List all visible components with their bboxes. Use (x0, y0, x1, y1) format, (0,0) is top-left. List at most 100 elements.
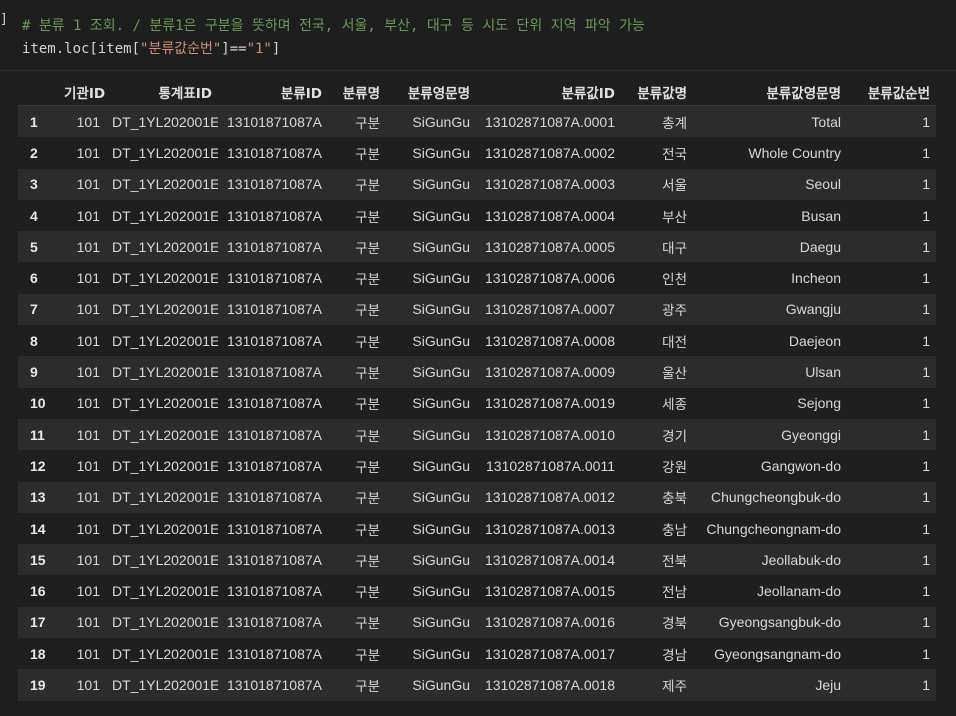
cell-value-name: 울산 (662, 366, 687, 383)
cell-class-id: 13101871087A (227, 113, 322, 130)
cell-class-en-name: SiGunGu (412, 144, 470, 161)
cell-value-id: 13102871087A.0016 (484, 614, 615, 631)
column-header-value-name: 분류값명 (621, 78, 693, 106)
table-row: 6 101 DT_1YL202001E 13101871087A 구분 SiGunGu 13… (18, 262, 936, 294)
cell-value-en-name: Chungcheongbuk-do (711, 489, 841, 506)
cell-class-id: 13101871087A (227, 207, 322, 224)
cell-index: 13 (30, 489, 46, 506)
cell-table-id: DT_1YL202001E (112, 457, 218, 474)
cell-value-en-name: Jeollabuk-do (761, 551, 841, 568)
cell-table-id: DT_1YL202001E (112, 520, 218, 537)
cell-value-seq: 1 (922, 583, 930, 600)
cell-value-id: 13102871087A.0018 (484, 676, 615, 693)
cell-index: 8 (30, 332, 38, 349)
cell-table-id: DT_1YL202001E (112, 270, 218, 287)
cell-value-id: 13102871087A.0011 (486, 457, 615, 474)
cell-table-id: DT_1YL202001E (112, 176, 218, 193)
cell-class-name: 구분 (355, 459, 380, 476)
cell-value-seq: 1 (922, 551, 930, 568)
cell-table-id: DT_1YL202001E (112, 614, 218, 631)
cell-class-name: 구분 (355, 678, 380, 695)
code-operator: ]== (221, 41, 247, 57)
cell-class-id: 13101871087A (227, 676, 322, 693)
code-expression-line[interactable]: item.loc[item["분류값순번"]=="1"] (22, 38, 280, 58)
cell-table-id: DT_1YL202001E (112, 238, 218, 255)
cell-class-name: 구분 (355, 366, 380, 383)
cell-value-id: 13102871087A.0009 (484, 364, 615, 381)
cell-class-id: 13101871087A (227, 583, 322, 600)
cell-value-id: 13102871087A.0013 (484, 520, 615, 537)
cell-class-name: 구분 (355, 585, 380, 602)
cell-class-en-name: SiGunGu (412, 176, 470, 193)
cell-value-name: 부산 (662, 209, 687, 226)
cell-class-name: 구분 (355, 616, 380, 633)
cell-class-en-name: SiGunGu (412, 520, 470, 537)
code-cell[interactable]: ] # 분류 1 조회. / 분류1은 구분을 뜻하며 전국, 서울, 부산, … (0, 0, 956, 71)
cell-org-id: 101 (76, 270, 100, 287)
cell-class-en-name: SiGunGu (412, 614, 470, 631)
cell-value-name: 제주 (662, 678, 687, 695)
cell-index: 7 (30, 301, 38, 318)
cell-org-id: 101 (76, 176, 100, 193)
cell-class-name: 구분 (355, 178, 380, 195)
cell-value-id: 13102871087A.0012 (484, 489, 615, 506)
table-row: 14 101 DT_1YL202001E 13101871087A 구분 SiGunGu 1… (18, 512, 936, 545)
cell-org-id: 101 (76, 207, 100, 224)
cell-class-name: 구분 (355, 146, 380, 163)
cell-value-seq: 1 (922, 426, 930, 443)
cell-class-en-name: SiGunGu (412, 583, 470, 600)
cell-value-id: 13102871087A.0006 (484, 270, 615, 287)
cell-index: 6 (30, 270, 38, 287)
cell-value-en-name: Chungcheongnam-do (706, 520, 841, 537)
cell-value-id: 13102871087A.0015 (484, 583, 615, 600)
cell-value-seq: 1 (922, 238, 930, 255)
cell-value-en-name: Gyeonggi (781, 426, 841, 443)
cell-index: 3 (30, 176, 38, 193)
cell-class-id: 13101871087A (227, 332, 322, 349)
table-body: 1 101 DT_1YL202001E 13101871087A 구분 SiGunGu 13… (18, 105, 936, 701)
cell-index: 14 (30, 520, 46, 537)
cell-index: 4 (30, 207, 38, 224)
cell-index: 2 (30, 144, 38, 161)
cell-value-seq: 1 (922, 113, 930, 130)
cell-table-id: DT_1YL202001E (112, 583, 218, 600)
cell-output: 기관ID 통계표ID 분류ID 분류명 분류영문명 분류값ID 분류값명 분류값영문명 분류값순… (18, 78, 936, 701)
cell-value-en-name: Seoul (805, 176, 841, 193)
cell-class-name: 구분 (355, 553, 380, 570)
column-header-value-id: 분류값ID (476, 78, 621, 106)
cell-index: 12 (30, 457, 46, 474)
cell-value-id: 13102871087A.0001 (484, 113, 615, 130)
cell-class-name: 구분 (355, 272, 380, 289)
column-header-class-name: 분류명 (328, 78, 386, 106)
cell-class-id: 13101871087A (227, 520, 322, 537)
code-key-string: "분류값순번" (140, 41, 222, 57)
cell-index: 16 (30, 583, 46, 600)
table-row: 16 101 DT_1YL202001E 13101871087A 구분 SiGunGu 1… (18, 575, 936, 607)
cell-value-name: 강원 (662, 459, 687, 476)
cell-org-id: 101 (76, 395, 100, 412)
column-header-index (18, 78, 58, 106)
cell-class-en-name: SiGunGu (412, 301, 470, 318)
cell-org-id: 101 (76, 583, 100, 600)
cell-value-name: 서울 (662, 178, 687, 195)
cell-org-id: 101 (76, 426, 100, 443)
cell-index: 5 (30, 238, 38, 255)
cell-org-id: 101 (76, 457, 100, 474)
cell-class-en-name: SiGunGu (412, 426, 470, 443)
column-header-table-id: 통계표ID (106, 78, 218, 106)
cell-class-id: 13101871087A (227, 489, 322, 506)
cell-value-name: 세종 (662, 397, 687, 414)
table-row: 17 101 DT_1YL202001E 13101871087A 구분 SiGunGu 1… (18, 606, 936, 639)
cell-value-en-name: Daegu (799, 238, 841, 255)
table-row: 15 101 DT_1YL202001E 13101871087A 구분 SiGunGu 1… (18, 544, 936, 576)
column-header-class-id: 분류ID (218, 78, 328, 106)
cell-table-id: DT_1YL202001E (112, 426, 218, 443)
cell-org-id: 101 (76, 614, 100, 631)
cell-value-name: 경남 (662, 647, 687, 664)
table-row: 9 101 DT_1YL202001E 13101871087A 구분 SiGunGu 13… (18, 356, 936, 388)
cell-org-id: 101 (76, 551, 100, 568)
cell-value-id: 13102871087A.0002 (484, 144, 615, 161)
cell-value-name: 총계 (662, 115, 687, 132)
cell-index: 15 (30, 551, 46, 568)
cell-value-seq: 1 (922, 457, 930, 474)
